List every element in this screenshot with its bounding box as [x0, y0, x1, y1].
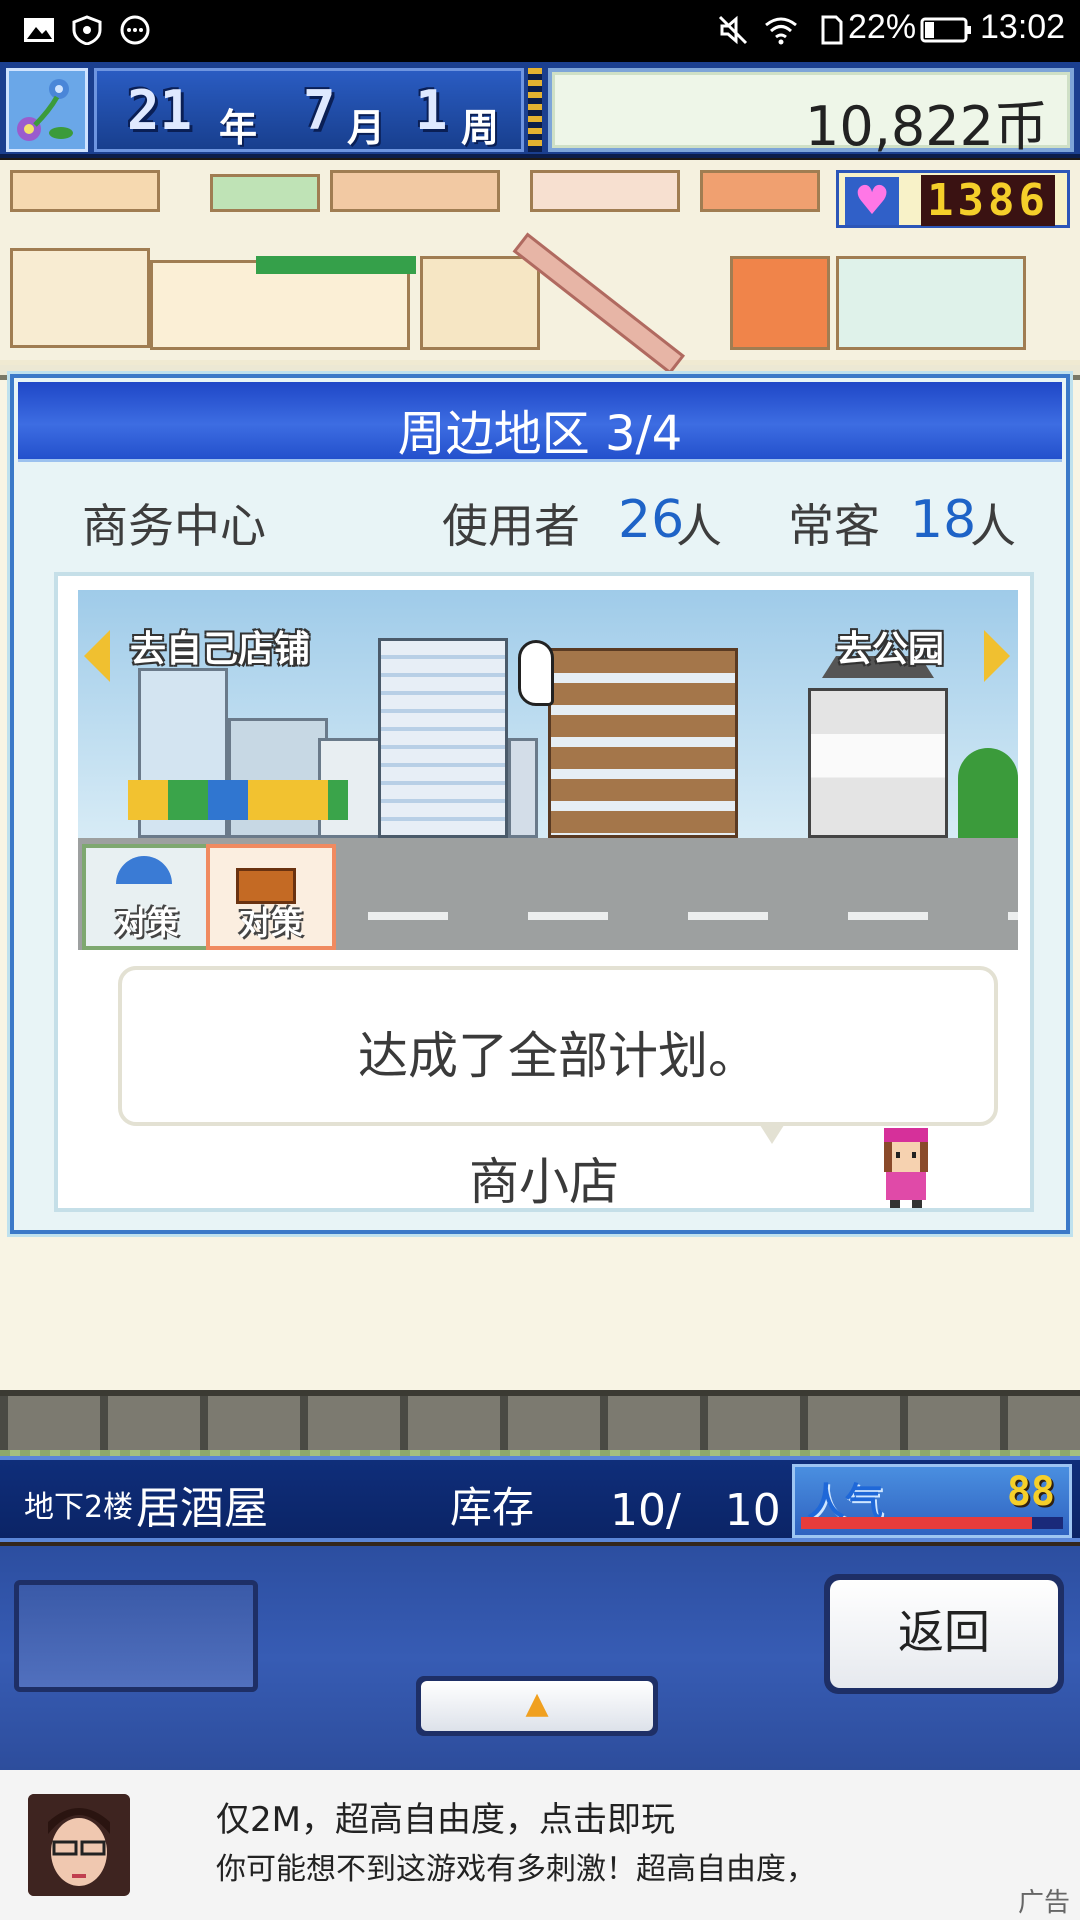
regulars-count: 18 — [910, 490, 977, 550]
top-hud: 21 年 7 月 1 周 10,822币 — [0, 62, 1080, 158]
road-lines — [368, 912, 1018, 920]
shop-tile — [10, 248, 150, 348]
popularity-bar-fill — [801, 1517, 1032, 1529]
regulars-unit: 人 — [970, 499, 1016, 553]
battery-percent: 22% — [848, 8, 917, 46]
ad-avatar[interactable] — [28, 1794, 130, 1896]
money-value: 10,822币 — [805, 95, 1048, 158]
prev-area-label[interactable]: 去自己店铺 — [130, 620, 310, 672]
floor-label: 地下2楼 — [24, 1490, 134, 1525]
shop-tile — [700, 170, 820, 212]
up-arrow-icon[interactable]: ▲ — [421, 1681, 653, 1731]
status-bar: 22% 13:02 — [0, 0, 1080, 62]
return-button[interactable]: 返回 — [824, 1574, 1064, 1694]
popularity-bar — [801, 1517, 1063, 1529]
dialog-header: 周边地区 3/4 — [18, 382, 1062, 462]
green-awning — [256, 256, 416, 274]
expand-up-button[interactable]: ▲ — [416, 1676, 658, 1736]
battery-icon — [920, 17, 971, 43]
area-scene-panel: 去自己店铺 去公园 对策 对策 达成了全部计划。 商小店 — [54, 572, 1034, 1212]
return-button-label[interactable]: 返回 — [830, 1580, 1058, 1688]
wifi-icon — [765, 17, 797, 45]
week-unit: 周 — [461, 106, 500, 150]
popularity-points-value: 1386 — [921, 175, 1055, 226]
more-icon — [120, 15, 150, 45]
next-area-label[interactable]: 去公园 — [836, 620, 944, 672]
plan-card-treasure[interactable]: 对策 — [206, 844, 336, 950]
shop-tile — [420, 256, 540, 350]
ad-banner[interactable]: 仅2M，超高自由度，点击即玩 你可能想不到这游戏有多刺激！超高自由度， 广告 — [0, 1770, 1080, 1920]
ad-title[interactable]: 仅2M，超高自由度，点击即玩 — [216, 1792, 675, 1841]
plan-label: 对策 — [238, 904, 303, 942]
speech-bubble: 达成了全部计划。 — [118, 966, 998, 1126]
year-unit: 年 — [219, 106, 258, 150]
speech-message: 达成了全部计划。 — [358, 1027, 758, 1085]
building — [508, 738, 538, 838]
shop-name: 居酒屋 — [136, 1483, 268, 1534]
neighborhood-dialog: 周边地区 3/4 商务中心 使用者 26 人 常客 18 人 去自己店铺 去公园 — [10, 374, 1070, 1234]
office-building — [548, 648, 738, 838]
dialog-title: 周边地区 3/4 — [397, 406, 683, 462]
month-unit: 月 — [347, 106, 386, 150]
shopkeeper-avatar — [884, 1128, 928, 1208]
shield-icon — [72, 15, 102, 45]
area-name: 商务中心 — [82, 499, 266, 553]
shop-info-bar: 地下2楼 居酒屋 库存 10/ 10 人气 88 — [0, 1456, 1080, 1542]
parked-cars — [128, 780, 348, 820]
prev-area-arrow-icon[interactable] — [84, 630, 110, 682]
shop-tile — [836, 256, 1026, 350]
skyscraper — [378, 638, 508, 838]
shop-tile — [10, 170, 160, 212]
popularity-points-panel: ♥ 1386 — [836, 170, 1070, 228]
umbrella-icon — [116, 856, 172, 884]
shop-tile — [530, 170, 680, 212]
week-number: 1 — [415, 79, 448, 142]
cursor-hand-icon — [518, 640, 554, 706]
heart-icon: ♥ — [845, 177, 899, 225]
area-scene-image: 去自己店铺 去公园 对策 对策 — [78, 590, 1018, 950]
image-icon — [24, 18, 54, 42]
plan-label: 对策 — [114, 904, 179, 942]
tree — [958, 748, 1018, 838]
shop-popularity-panel: 人气 88 — [792, 1464, 1072, 1538]
building — [228, 718, 328, 838]
shop-tile — [210, 174, 320, 212]
castle — [808, 688, 948, 838]
date-panel: 21 年 7 月 1 周 — [94, 68, 524, 152]
users-count: 26 — [618, 490, 685, 550]
users-unit: 人 — [676, 499, 722, 553]
ad-tag: 广告 — [1017, 1888, 1070, 1918]
clock: 13:02 — [980, 8, 1066, 46]
hud-divider — [528, 68, 542, 152]
ad-description[interactable]: 你可能想不到这游戏有多刺激！超高自由度， — [216, 1844, 816, 1888]
rail-track — [0, 1390, 1080, 1450]
money-panel: 10,822币 — [548, 68, 1074, 158]
regulars-label: 常客 — [788, 499, 880, 553]
control-panel: 返回 ▲ — [0, 1546, 1080, 1770]
shop-tile — [730, 256, 830, 350]
year-number: 21 — [127, 79, 193, 142]
stock-value: 10/ 10 — [610, 1485, 781, 1536]
month-number: 7 — [303, 79, 336, 142]
sim-icon — [821, 15, 843, 45]
users-label: 使用者 — [442, 499, 580, 553]
mute-icon — [718, 15, 748, 45]
popularity-value: 88 — [1006, 1469, 1055, 1515]
empty-action-button[interactable] — [14, 1580, 258, 1692]
plan-card-umbrella[interactable]: 对策 — [82, 844, 212, 950]
flower-icon[interactable] — [6, 68, 88, 152]
next-area-arrow-icon[interactable] — [984, 630, 1010, 682]
stock-label: 库存 — [450, 1483, 535, 1532]
shop-tile — [330, 170, 500, 212]
speech-bubble-tail — [758, 1122, 786, 1144]
